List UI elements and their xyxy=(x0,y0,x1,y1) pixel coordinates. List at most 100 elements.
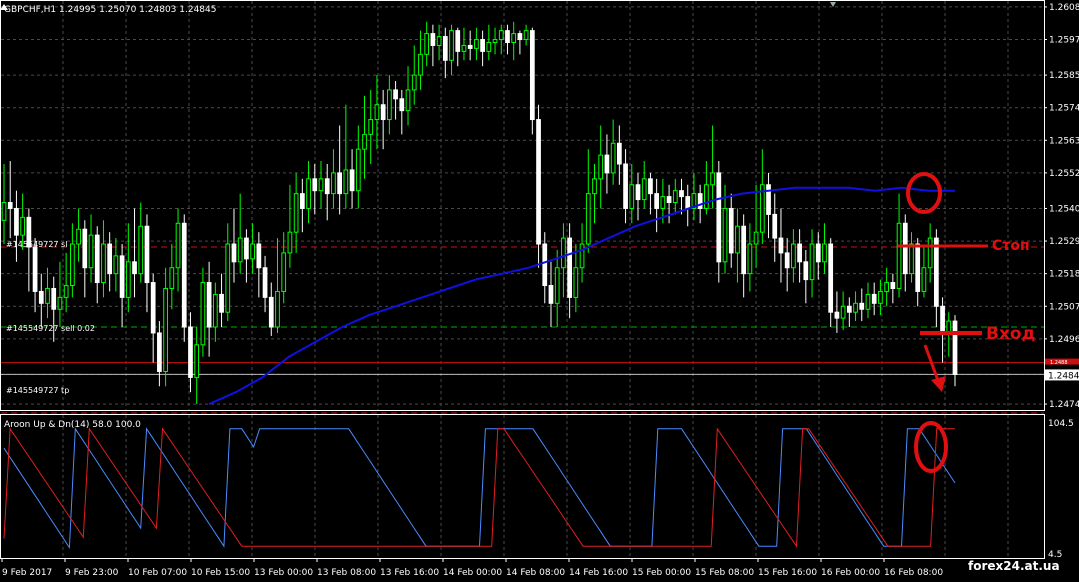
candle-body xyxy=(505,30,510,43)
candle-body xyxy=(747,243,753,275)
trading-chart-window[interactable]: 1.2608 1.2597 1.2585 1.2574 1.2563 1.2552 1.25… xyxy=(0,0,1079,578)
candle-body xyxy=(672,190,678,204)
candle-body xyxy=(728,207,734,254)
candle-body xyxy=(368,119,374,135)
candle-body xyxy=(840,305,846,319)
candle-body xyxy=(865,293,871,310)
time-tick-label: 14 Feb 08:00 xyxy=(506,568,565,578)
candle-body xyxy=(231,243,237,263)
candle-body xyxy=(461,44,467,52)
candle-body xyxy=(529,30,535,121)
candle-body xyxy=(387,89,392,121)
price-tick-label: 1.2585 xyxy=(1049,71,1079,81)
candle-body xyxy=(1,202,7,221)
candle-body xyxy=(32,246,38,292)
candle-body xyxy=(896,222,902,289)
candle-body xyxy=(38,290,44,304)
candle-body xyxy=(51,287,57,310)
candle-body xyxy=(660,196,666,209)
candle-body xyxy=(641,178,647,201)
candle-body xyxy=(666,196,672,204)
price-tick-label: 1.2507 xyxy=(1049,302,1079,312)
candle-body xyxy=(237,237,243,263)
candle-body xyxy=(212,293,218,328)
candle-body xyxy=(741,225,747,275)
candle-body xyxy=(268,296,274,328)
candle-body xyxy=(517,33,523,41)
candle-body xyxy=(542,243,548,287)
time-tick-label: 14 Feb 16:00 xyxy=(569,568,628,578)
candle-body xyxy=(63,285,69,298)
candle-body xyxy=(107,243,113,275)
candle-body xyxy=(492,39,498,43)
candle-body xyxy=(921,267,927,292)
candle-body xyxy=(834,311,840,319)
candle-body xyxy=(927,237,933,269)
candle-body xyxy=(616,142,622,165)
candle-body xyxy=(150,282,156,334)
candle-body xyxy=(585,193,591,245)
candle-body xyxy=(474,39,479,49)
price-tick-label: 1.2597 xyxy=(1049,36,1079,46)
candle-body xyxy=(225,243,231,313)
aroon-axis-top: 104.5 xyxy=(1048,419,1074,429)
candle-body xyxy=(778,237,784,254)
price-tick-label: 1.2552 xyxy=(1049,169,1079,179)
candle-body xyxy=(244,237,249,260)
candle-body xyxy=(710,172,715,186)
watermark: forex24.at.ua xyxy=(968,559,1060,573)
stop-annotation-label: Стоп xyxy=(992,238,1030,254)
candle-body xyxy=(573,267,579,298)
candle-body xyxy=(119,255,125,298)
candle-body xyxy=(561,237,566,269)
take-profit-order-label: #145549727 tp xyxy=(6,386,69,395)
time-tick-label: 13 Feb 16:00 xyxy=(380,568,439,578)
candle-body xyxy=(88,234,94,269)
candle-body xyxy=(256,243,262,269)
candle-body xyxy=(815,243,821,263)
candle-body xyxy=(859,302,865,310)
candle-body xyxy=(287,231,293,254)
candle-body xyxy=(262,267,268,298)
candle-body xyxy=(846,305,852,313)
candle-body xyxy=(442,36,448,61)
entry-price-label: 1.2488 xyxy=(1050,360,1068,366)
candle-body xyxy=(430,33,436,46)
candle-body xyxy=(486,41,492,52)
candle-body xyxy=(318,178,324,192)
candle-body xyxy=(374,104,380,121)
candle-body xyxy=(567,237,572,298)
candle-body xyxy=(952,320,958,375)
candle-body xyxy=(635,184,641,201)
candle-body xyxy=(536,119,541,245)
price-tick-label: 1.2563 xyxy=(1049,136,1079,146)
candle-body xyxy=(275,290,280,328)
candle-body xyxy=(200,282,206,346)
candle-body xyxy=(113,255,119,275)
current-price-label: 1.2484 xyxy=(1048,371,1079,381)
candle-body xyxy=(399,98,405,112)
candle-body xyxy=(933,237,939,307)
candle-body xyxy=(411,74,417,91)
candle-body xyxy=(828,243,834,313)
candle-body xyxy=(697,193,703,209)
candle-body xyxy=(7,202,13,209)
candle-body xyxy=(219,293,224,313)
candle-body xyxy=(175,222,181,269)
candle-body xyxy=(610,142,616,174)
candle-body xyxy=(380,104,386,121)
time-tick-label: 9 Feb 2017 xyxy=(2,568,52,578)
candle-body xyxy=(884,282,889,292)
time-tick-label: 15 Feb 16:00 xyxy=(758,568,817,578)
time-tick-label: 15 Feb 00:00 xyxy=(632,568,691,578)
candle-body xyxy=(915,243,921,292)
candle-body xyxy=(343,169,349,195)
entry-annotation-label: Вход xyxy=(986,324,1035,344)
candle-body xyxy=(312,178,318,192)
time-tick-label: 9 Feb 23:00 xyxy=(65,568,119,578)
time-tick-label: 10 Feb 07:00 xyxy=(128,568,187,578)
time-tick-label: 16 Feb 08:00 xyxy=(884,568,943,578)
candle-body xyxy=(909,243,914,275)
candle-body xyxy=(82,228,88,269)
candle-body xyxy=(853,302,858,313)
